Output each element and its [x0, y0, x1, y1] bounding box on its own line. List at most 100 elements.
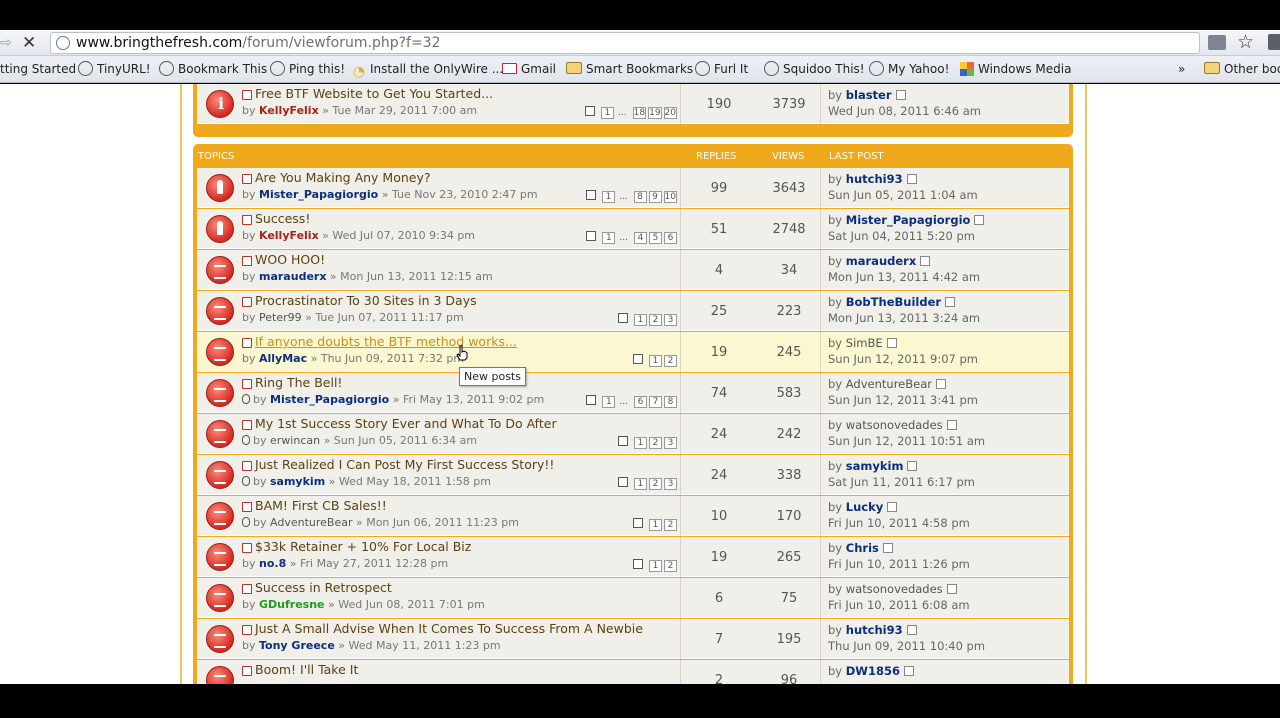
- page-link[interactable]: 1: [601, 107, 615, 119]
- topic-author[interactable]: Mister_Papagiorgio: [270, 393, 389, 406]
- page-link[interactable]: 19: [648, 107, 662, 119]
- last-post-author[interactable]: marauderx: [846, 254, 916, 268]
- page-link[interactable]: 8: [664, 396, 677, 408]
- bookmark-gmail[interactable]: Gmail: [502, 61, 556, 78]
- topic-row[interactable]: Just Realized I Can Post My First Succes…: [197, 455, 1069, 495]
- bookmark-other-bookmarks[interactable]: Other boo: [1204, 61, 1280, 78]
- page-link[interactable]: 2: [664, 560, 677, 572]
- page-link[interactable]: 2: [664, 355, 677, 367]
- view-latest-post-icon[interactable]: [946, 584, 957, 594]
- bookmark-tinyurl[interactable]: TinyURL!: [78, 61, 151, 78]
- wrench-menu-icon[interactable]: [1268, 34, 1280, 50]
- topic-title[interactable]: Boom! I'll Take It: [255, 662, 358, 677]
- topic-title[interactable]: WOO HOO!: [255, 252, 325, 267]
- bookmark-star-icon[interactable]: ☆: [1237, 31, 1254, 53]
- topic-author[interactable]: Peter99: [259, 311, 302, 324]
- last-post-author[interactable]: Chris: [846, 541, 879, 555]
- last-post-author[interactable]: hutchi93: [846, 172, 903, 186]
- topic-row[interactable]: Just A Small Advise When It Comes To Suc…: [197, 619, 1069, 659]
- new-post-icon[interactable]: [242, 174, 252, 184]
- page-link[interactable]: 1: [649, 560, 662, 572]
- page-link[interactable]: 2: [664, 519, 677, 531]
- topic-title[interactable]: Just A Small Advise When It Comes To Suc…: [255, 621, 643, 636]
- last-post-author[interactable]: blaster: [846, 88, 892, 102]
- view-latest-post-icon[interactable]: [906, 625, 917, 635]
- bookmark-furl-it[interactable]: Furl It: [695, 61, 748, 78]
- topic-author[interactable]: Tony Greece: [259, 639, 335, 652]
- view-latest-post-icon[interactable]: [946, 420, 957, 430]
- topic-title[interactable]: Free BTF Website to Get You Started...: [255, 86, 493, 101]
- view-latest-post-icon[interactable]: [974, 215, 985, 225]
- view-latest-post-icon[interactable]: [936, 379, 946, 389]
- last-post-author[interactable]: hutchi93: [846, 623, 903, 637]
- page-link[interactable]: 2: [649, 437, 662, 449]
- last-post-author[interactable]: SimBE: [846, 336, 883, 350]
- topic-title[interactable]: If anyone doubts the BTF method works...: [255, 334, 517, 349]
- bookmarks-overflow-chevron[interactable]: »: [1178, 61, 1185, 78]
- topic-author[interactable]: AdventureBear: [270, 516, 352, 529]
- last-post-author[interactable]: DW1856: [846, 664, 900, 678]
- page-link[interactable]: 1: [634, 437, 647, 449]
- topic-author[interactable]: KellyFelix: [259, 104, 319, 117]
- last-post-author[interactable]: Mister_Papagiorgio: [846, 213, 971, 227]
- page-link[interactable]: 1: [602, 232, 616, 244]
- page-link[interactable]: 4: [634, 232, 647, 244]
- topic-author[interactable]: GDufresne: [259, 598, 325, 611]
- topic-row[interactable]: WOO HOO! by marauderx » Mon Jun 13, 2011 …: [197, 250, 1069, 290]
- topic-row[interactable]: Are You Making Any Money? by Mister_Papag…: [197, 168, 1069, 208]
- page-link[interactable]: 1: [649, 519, 662, 531]
- view-latest-post-icon[interactable]: [907, 461, 918, 471]
- topic-title[interactable]: Are You Making Any Money?: [255, 170, 431, 185]
- new-post-icon[interactable]: [242, 543, 252, 553]
- page-link[interactable]: 6: [664, 232, 677, 244]
- bookmark-windows-media[interactable]: Windows Media: [960, 61, 1071, 78]
- topic-row[interactable]: If anyone doubts the BTF method works...…: [197, 332, 1069, 372]
- page-link[interactable]: 1: [634, 314, 647, 326]
- view-latest-post-icon[interactable]: [882, 543, 893, 553]
- last-post-author[interactable]: watsonovedades: [846, 582, 943, 596]
- topic-author[interactable]: erwincan: [270, 434, 320, 447]
- last-post-author[interactable]: AdventureBear: [846, 377, 932, 391]
- page-link[interactable]: 3: [664, 478, 677, 490]
- page-link[interactable]: 7: [649, 396, 662, 408]
- topic-row[interactable]: Success! by KellyFelix » Wed Jul 07, 2010…: [197, 209, 1069, 249]
- page-link[interactable]: 6: [634, 396, 647, 408]
- page-link[interactable]: 1: [601, 191, 615, 203]
- page-link[interactable]: 5: [649, 232, 662, 244]
- page-link[interactable]: 3: [664, 437, 677, 449]
- bookmark-squidoo[interactable]: Squidoo This!: [764, 61, 865, 78]
- view-latest-post-icon[interactable]: [906, 174, 917, 184]
- topic-row[interactable]: $33k Retainer + 10% For Local Biz by no.8…: [197, 537, 1069, 577]
- new-post-icon[interactable]: [242, 256, 252, 266]
- bookmark-getting-started[interactable]: tting Started: [0, 61, 76, 78]
- topic-author[interactable]: KellyFelix: [259, 229, 319, 242]
- new-post-icon[interactable]: [242, 502, 252, 512]
- topic-title[interactable]: Just Realized I Can Post My First Succes…: [255, 457, 554, 472]
- topic-author[interactable]: no.8: [259, 557, 286, 570]
- page-link[interactable]: 20: [663, 107, 677, 119]
- new-post-icon[interactable]: [242, 625, 252, 635]
- page-link[interactable]: 3: [664, 314, 677, 326]
- bookmark-ping-this[interactable]: Ping this!: [270, 61, 345, 78]
- url-field[interactable]: www.bringthefresh.com/forum/viewforum.ph…: [50, 32, 1200, 54]
- bookmark-smart-bookmarks[interactable]: Smart Bookmarks: [566, 61, 693, 78]
- topic-author[interactable]: AllyMac: [259, 352, 307, 365]
- view-latest-post-icon[interactable]: [904, 666, 915, 676]
- bookmark-my-yahoo[interactable]: My Yahoo!: [869, 61, 949, 78]
- new-post-icon[interactable]: [242, 379, 252, 389]
- topic-title[interactable]: BAM! First CB Sales!!: [255, 498, 387, 513]
- page-action-icon[interactable]: [1208, 35, 1226, 50]
- bookmark-bookmark-this[interactable]: Bookmark This: [159, 61, 267, 78]
- view-latest-post-icon[interactable]: [945, 297, 956, 307]
- page-link[interactable]: 9: [648, 191, 662, 203]
- new-post-icon[interactable]: [242, 90, 252, 100]
- forward-icon[interactable]: ⇨: [0, 34, 14, 52]
- page-link[interactable]: 18: [632, 107, 647, 119]
- url-text[interactable]: www.bringthefresh.com/forum/viewforum.ph…: [76, 35, 441, 52]
- last-post-author[interactable]: samykim: [846, 459, 904, 473]
- page-link[interactable]: 1: [634, 478, 647, 490]
- last-post-author[interactable]: watsonovedades: [846, 418, 943, 432]
- page-link[interactable]: 1: [649, 355, 662, 367]
- announcement-row[interactable]: Free BTF Website to Get You Started... b…: [197, 84, 1069, 124]
- view-latest-post-icon[interactable]: [920, 256, 931, 266]
